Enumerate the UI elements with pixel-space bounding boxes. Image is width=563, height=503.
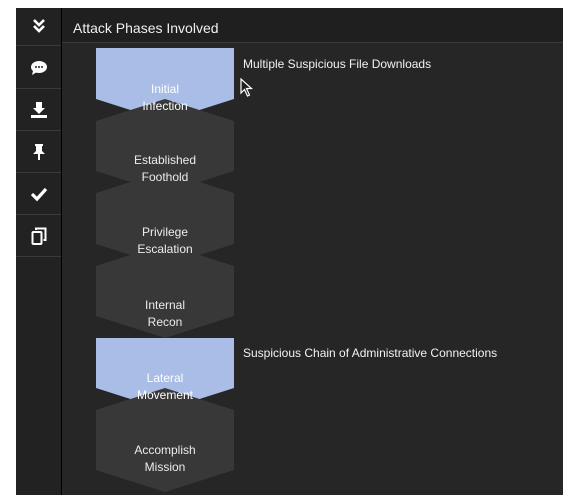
sidebar [16, 8, 62, 495]
note-lateral-movement: Suspicious Chain of Administrative Conne… [243, 346, 498, 360]
download-icon[interactable] [16, 92, 61, 128]
checkmark-icon[interactable] [16, 176, 61, 212]
comment-icon[interactable] [16, 50, 61, 86]
note-initial-infection: Multiple Suspicious File Downloads [243, 57, 432, 71]
phase-line2: Foothold [141, 170, 189, 184]
phase-label-internal-recon[interactable]: Internal Recon [100, 297, 230, 331]
phase-line1: Privilege [141, 225, 189, 239]
phase-label-established-foothold[interactable]: Established Foothold [100, 152, 230, 186]
phase-line2: Mission [144, 460, 186, 474]
mouse-cursor-icon [240, 78, 254, 97]
pin-icon[interactable] [16, 134, 61, 170]
phase-label-lateral-movement[interactable]: Lateral Movement [100, 370, 230, 404]
phase-line1: Accomplish [134, 443, 196, 457]
main-panel: Attack Phases Involved Initial Infection… [62, 8, 563, 495]
phase-line2: Infection [142, 99, 188, 113]
phase-line2: Recon [147, 315, 183, 329]
copy-icon[interactable] [16, 218, 61, 254]
phase-line2: Escalation [137, 242, 193, 256]
phase-line1: Established [133, 153, 197, 167]
phase-label-initial-infection[interactable]: Initial Infection [100, 81, 230, 115]
phase-label-privilege-escalation[interactable]: Privilege Escalation [100, 224, 230, 258]
app-frame: Attack Phases Involved Initial Infection… [16, 8, 563, 495]
phase-line2: Movement [136, 388, 194, 402]
double-chevron-down-icon[interactable] [16, 8, 61, 44]
phase-line1: Internal [144, 298, 186, 312]
phase-label-accomplish-mission[interactable]: Accomplish Mission [100, 442, 230, 476]
phase-line1: Initial [150, 82, 179, 96]
phase-line1: Lateral [146, 371, 184, 385]
